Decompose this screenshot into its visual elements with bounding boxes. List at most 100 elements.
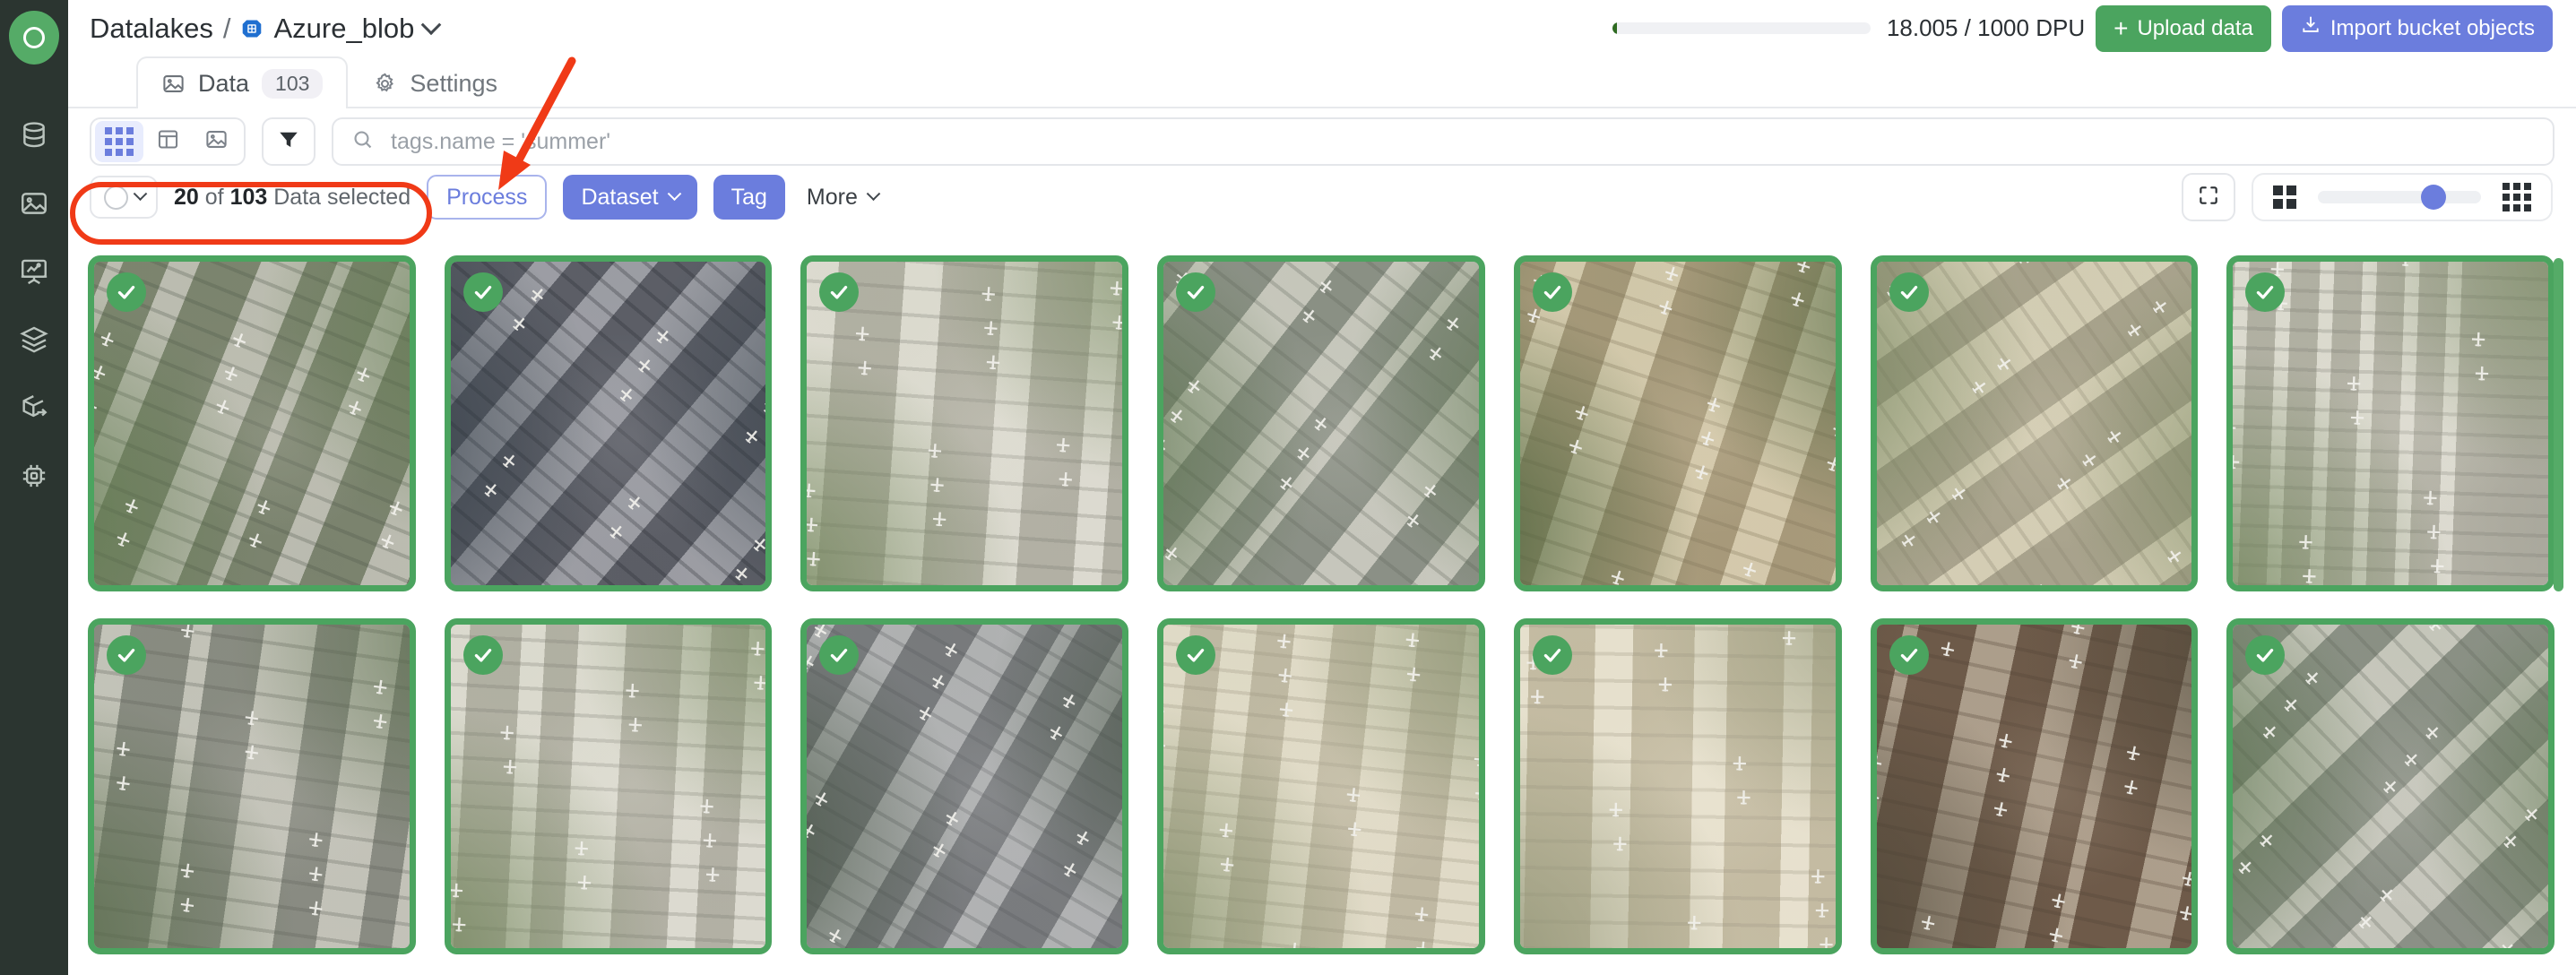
tag-button[interactable]: Tag — [713, 175, 785, 220]
app-logo[interactable] — [9, 11, 59, 65]
dpu-label: 18.005 / 1000 DPU — [1886, 14, 2086, 41]
more-button[interactable]: More — [801, 175, 884, 220]
left-nav-rail — [0, 0, 68, 975]
cube-arrow-icon — [19, 393, 49, 423]
upload-data-button[interactable]: + Upload data — [2096, 4, 2271, 52]
fullscreen-button[interactable] — [2182, 173, 2235, 221]
tab-settings-label: Settings — [410, 69, 497, 97]
plus-icon: + — [2114, 13, 2129, 42]
azure-blob-icon — [240, 17, 264, 40]
data-tile[interactable] — [88, 618, 416, 954]
tile-selected-badge[interactable] — [2245, 272, 2286, 312]
tile-selected-badge[interactable] — [1176, 635, 1216, 675]
tab-data-label: Data — [198, 69, 250, 97]
data-tile[interactable] — [444, 618, 773, 954]
data-tile[interactable] — [2226, 618, 2554, 954]
tile-selected-badge[interactable] — [1889, 272, 1929, 312]
tile-selected-badge[interactable] — [1176, 272, 1216, 312]
breadcrumb-current[interactable]: Azure_blob — [273, 13, 414, 45]
check-icon — [2257, 648, 2274, 662]
data-tile-grid-viewport[interactable] — [68, 237, 2576, 975]
tile-selected-badge[interactable] — [107, 635, 146, 675]
grid-9-icon[interactable] — [2503, 183, 2531, 211]
satellite-image — [1163, 262, 1479, 585]
tile-selected-badge[interactable] — [1889, 635, 1929, 675]
data-tile[interactable] — [1513, 618, 1842, 954]
check-icon — [1900, 648, 1917, 662]
data-tile[interactable] — [1870, 618, 2199, 954]
gear-icon — [373, 72, 397, 96]
satellite-image — [807, 262, 1123, 585]
tab-data[interactable]: Data 103 — [136, 56, 349, 108]
chevron-down-icon[interactable] — [133, 186, 148, 201]
process-button[interactable]: Process — [427, 175, 548, 220]
table-view-button[interactable] — [143, 121, 192, 162]
data-tile[interactable] — [1870, 255, 2199, 591]
sidebar-item-compute[interactable] — [10, 452, 58, 500]
tile-size-slider-knob[interactable] — [2421, 185, 2447, 210]
tab-settings[interactable]: Settings — [348, 56, 523, 108]
selection-suffix: Data selected — [273, 184, 411, 210]
grid-view-button[interactable] — [95, 121, 143, 162]
filter-button[interactable] — [262, 117, 316, 166]
tile-thumbnail — [1519, 262, 1836, 585]
satellite-image — [1163, 625, 1479, 948]
sidebar-item-data[interactable] — [10, 179, 58, 228]
sidebar-item-models[interactable] — [10, 315, 58, 364]
tile-selected-badge[interactable] — [2245, 635, 2286, 675]
data-tile[interactable] — [1157, 255, 1485, 591]
table-icon — [156, 127, 180, 156]
data-tile[interactable] — [800, 255, 1129, 591]
sidebar-item-deployments[interactable] — [10, 384, 58, 432]
tile-size-slider[interactable] — [2318, 185, 2481, 210]
check-icon — [1187, 648, 1205, 662]
data-tile[interactable] — [1513, 255, 1842, 591]
data-tile[interactable] — [1157, 618, 1485, 954]
data-tile[interactable] — [2226, 255, 2554, 591]
dataset-label: Dataset — [581, 184, 659, 210]
import-bucket-objects-button[interactable]: Import bucket objects — [2281, 4, 2553, 52]
data-tile[interactable] — [444, 255, 773, 591]
logo-ring-icon — [23, 27, 45, 48]
funnel-icon — [277, 128, 300, 156]
image-icon — [161, 72, 186, 96]
presentation-chart-icon — [19, 256, 49, 287]
tile-thumbnail — [1876, 625, 2192, 948]
selection-summary: 20 of 103 Data selected — [174, 185, 411, 211]
sidebar-item-experiments[interactable] — [10, 247, 58, 296]
check-icon — [117, 648, 135, 662]
selection-toolbar: 20 of 103 Data selected Process Dataset … — [68, 166, 2576, 227]
satellite-image — [1519, 262, 1836, 585]
tile-selected-badge[interactable] — [107, 272, 146, 312]
dpu-usage: 18.005 / 1000 DPU — [1612, 14, 2085, 42]
grid-4-icon[interactable] — [2273, 186, 2296, 209]
sidebar-item-datalakes[interactable] — [10, 111, 58, 160]
more-label: More — [806, 184, 858, 210]
image-view-button[interactable] — [192, 121, 240, 162]
select-all-checkbox[interactable] — [90, 176, 158, 219]
search-input[interactable] — [389, 127, 2535, 156]
check-icon — [474, 648, 491, 662]
chevron-down-icon[interactable] — [421, 13, 442, 35]
tile-selected-badge[interactable] — [462, 635, 503, 675]
satellite-image — [1876, 625, 2192, 948]
tag-label: Tag — [730, 184, 767, 210]
tile-thumbnail — [1163, 625, 1479, 948]
breadcrumb-root[interactable]: Datalakes — [90, 13, 213, 45]
dataset-button[interactable]: Dataset — [563, 175, 697, 220]
search-field-wrapper[interactable] — [332, 117, 2554, 166]
tile-selected-badge[interactable] — [1532, 272, 1572, 312]
satellite-image — [807, 625, 1123, 948]
tile-selected-badge[interactable] — [462, 272, 503, 312]
check-icon — [1543, 285, 1561, 299]
data-tile[interactable] — [800, 618, 1129, 954]
data-tile[interactable] — [88, 255, 416, 591]
check-icon — [474, 285, 491, 299]
tile-selected-badge[interactable] — [1532, 635, 1572, 675]
expand-icon — [2197, 184, 2220, 211]
vertical-scrollbar[interactable] — [2554, 258, 2563, 591]
tile-thumbnail — [807, 625, 1123, 948]
chip-icon — [19, 461, 49, 491]
chevron-down-icon — [667, 186, 681, 201]
main-pane: Datalakes / Azure_blob 18.005 / 1000 DPU… — [68, 0, 2576, 975]
